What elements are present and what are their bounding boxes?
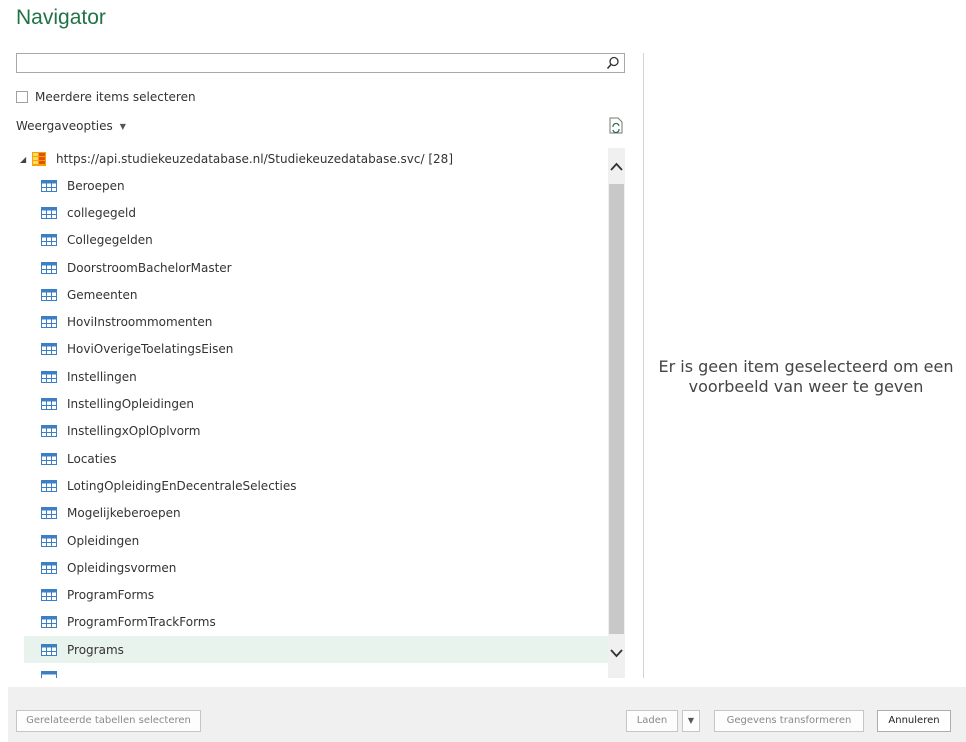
table-icon	[41, 288, 57, 301]
table-icon	[41, 343, 57, 356]
tree-items: Beroepen collegegeld Collegegelden Doorstro…	[24, 172, 608, 678]
table-icon	[41, 589, 57, 602]
tree-item-label: ProgramFormTrackForms	[67, 615, 216, 630]
caret-down-icon: ▼	[119, 121, 126, 131]
view-options-label: Weergaveopties	[16, 119, 113, 133]
table-icon	[41, 179, 57, 192]
table-icon	[41, 561, 57, 574]
multi-select-label: Meerdere items selecteren	[35, 90, 196, 104]
tree-item-label: ProgramForms	[67, 588, 155, 603]
load-button[interactable]: Laden	[626, 710, 678, 732]
tree-item[interactable]: Collegegelden	[24, 227, 608, 254]
tree-item-label: LotingOpleidingEnDecentraleSelecties	[67, 478, 297, 493]
tree-item[interactable]: InstellingxOplOplvorm	[24, 418, 608, 445]
tree-item[interactable]: Gemeenten	[24, 281, 608, 308]
tree-item-label: Opleidingen	[67, 533, 140, 548]
tree-item-label: Mogelijkeberoepen	[67, 506, 181, 521]
table-icon	[41, 534, 57, 547]
tree-root-node[interactable]: ◢ https://api.studiekeuzedatabase.nl/Stu…	[16, 148, 453, 170]
tree-item-label: HoviOverigeToelatingsEisen	[67, 342, 234, 357]
table-icon	[41, 316, 57, 329]
page-title: Navigator	[16, 6, 106, 29]
tree-item-label: Locaties	[67, 451, 117, 466]
table-icon	[41, 643, 57, 656]
tree-item[interactable]: LotingOpleidingEnDecentraleSelecties	[24, 472, 608, 499]
table-icon	[41, 370, 57, 383]
tree-item[interactable]: collegegeld	[24, 199, 608, 226]
table-icon	[41, 234, 57, 247]
tree-item-label: Programs	[67, 642, 124, 657]
expand-triangle-icon[interactable]: ◢	[20, 155, 30, 164]
table-icon	[41, 479, 57, 492]
refresh-icon[interactable]	[609, 117, 623, 134]
multi-select-checkbox[interactable]	[16, 91, 28, 103]
scroll-down-icon[interactable]	[610, 648, 623, 658]
tree-item-label: collegegeld	[67, 205, 136, 220]
tree-item-label: DoorstroomBachelorMaster	[67, 260, 232, 275]
tree-item-label: HoviInstroommomenten	[67, 315, 213, 330]
tree-item-label: Gemeenten	[67, 287, 138, 302]
tree-item[interactable]: Opleidingen	[24, 527, 608, 554]
tree-item-label: Beroepen	[67, 178, 125, 193]
tree-item[interactable]: InstellingOpleidingen	[24, 390, 608, 417]
tree-item[interactable]: Programs	[24, 636, 608, 664]
odata-feed-icon	[32, 152, 46, 166]
tree-item-label: Instellingen	[67, 369, 137, 384]
cancel-button[interactable]: Annuleren	[877, 710, 951, 732]
table-icon	[41, 452, 57, 465]
tree-item[interactable]: Locaties	[24, 445, 608, 472]
view-options-dropdown[interactable]: Weergaveopties ▼	[16, 119, 126, 133]
table-icon	[41, 616, 57, 629]
table-icon	[41, 507, 57, 520]
table-icon	[41, 398, 57, 411]
footer-bar: Gerelateerde tabellen selecteren Laden ▼…	[8, 687, 966, 742]
tree-item[interactable]: Instellingen	[24, 363, 608, 390]
transform-data-button[interactable]: Gegevens transformeren	[714, 710, 864, 732]
tree-scrollbar[interactable]	[608, 148, 625, 678]
tree-item-label: Opleidingsvormen	[67, 560, 177, 575]
tree-item-partial[interactable]	[24, 663, 608, 678]
tree-item[interactable]: ProgramForms	[24, 581, 608, 608]
tree-item[interactable]: DoorstroomBachelorMaster	[24, 254, 608, 281]
caret-down-icon: ▼	[687, 716, 695, 725]
search-icon[interactable]	[606, 56, 620, 70]
search-input[interactable]	[17, 56, 610, 74]
search-box[interactable]	[16, 53, 625, 74]
table-icon	[41, 206, 57, 219]
tree-item-label: Collegegelden	[67, 233, 153, 248]
tree-item[interactable]: HoviInstroommomenten	[24, 308, 608, 335]
tree-item-label: InstellingOpleidingen	[67, 397, 194, 412]
table-icon	[41, 670, 57, 678]
tree-item-label: InstellingxOplOplvorm	[67, 424, 201, 439]
table-icon	[41, 425, 57, 438]
load-dropdown-button[interactable]: ▼	[682, 710, 700, 732]
multi-select-option[interactable]: Meerdere items selecteren	[16, 90, 196, 104]
tree-item[interactable]: Mogelijkeberoepen	[24, 500, 608, 527]
pane-divider	[643, 53, 644, 678]
scroll-up-icon[interactable]	[610, 162, 623, 172]
tree-item[interactable]: HoviOverigeToelatingsEisen	[24, 336, 608, 363]
tree-item[interactable]: Opleidingsvormen	[24, 554, 608, 581]
tree-item[interactable]: Beroepen	[24, 172, 608, 199]
related-tables-button[interactable]: Gerelateerde tabellen selecteren	[16, 710, 201, 732]
tree-root-label: https://api.studiekeuzedatabase.nl/Studi…	[56, 152, 453, 166]
table-icon	[41, 261, 57, 274]
scrollbar-thumb[interactable]	[609, 184, 624, 634]
tree-item[interactable]: ProgramFormTrackForms	[24, 609, 608, 636]
navigator-tree: ◢ https://api.studiekeuzedatabase.nl/Stu…	[16, 148, 608, 678]
preview-empty-message: Er is geen item geselecteerd om een voor…	[658, 357, 954, 396]
